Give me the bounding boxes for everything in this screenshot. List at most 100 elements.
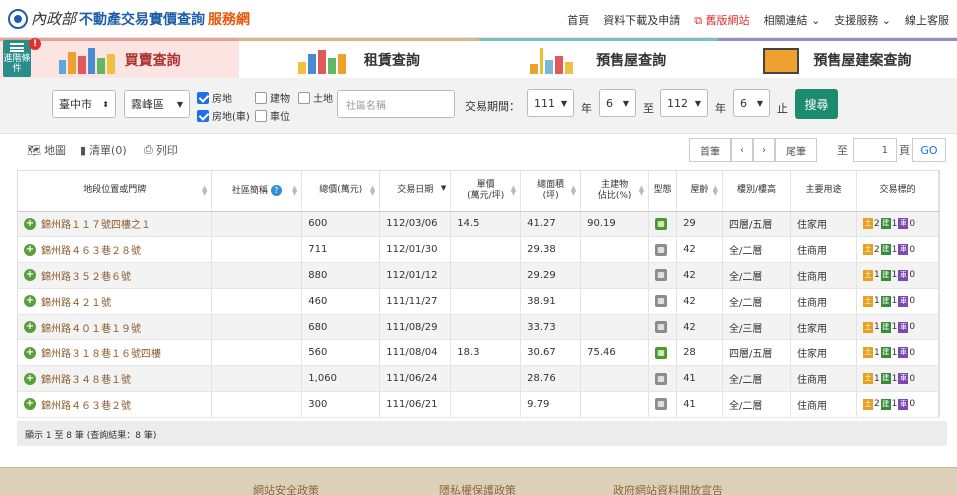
- cell-address[interactable]: + 錦州路３５２巷６號: [18, 262, 213, 289]
- expand-plus-icon[interactable]: +: [24, 398, 36, 411]
- cell-main-ratio: [580, 262, 650, 289]
- cell-type: ▦: [648, 211, 678, 238]
- expand-plus-icon[interactable]: +: [24, 269, 36, 282]
- type-house-land[interactable]: 房地: [197, 90, 232, 105]
- expand-plus-icon[interactable]: +: [24, 321, 36, 334]
- sort-desc-icon: ▼: [440, 184, 447, 192]
- cell-address[interactable]: + 錦州路３１８巷１６號四樓: [18, 339, 213, 367]
- end-month-select[interactable]: 6 ▼: [733, 89, 770, 117]
- cell-community: [211, 236, 303, 264]
- chevron-down-icon: ▼: [756, 98, 763, 108]
- expand-plus-icon[interactable]: +: [24, 346, 36, 359]
- expand-plus-icon[interactable]: +: [24, 243, 36, 256]
- next-page-button[interactable]: ›: [753, 138, 775, 162]
- help-icon[interactable]: ?: [270, 184, 282, 196]
- col-date[interactable]: 交易日期 ▼: [379, 171, 452, 212]
- sort-icon: ▲ ▼: [369, 184, 376, 197]
- col-area[interactable]: 總面積 (坪) ▲ ▼: [520, 171, 582, 212]
- site-logo[interactable]: 內政部 不動產交易實價查詢 服務網: [8, 8, 250, 29]
- nav-support[interactable]: 支援服務 ⌄: [834, 12, 891, 28]
- print-button[interactable]: ⎙ 列印: [144, 142, 178, 158]
- table-row[interactable]: + 錦州路４２１號 460 111/11/27 38.91 ▦ 42 全/二層 住商用土 1 建 1 車…: [18, 288, 940, 315]
- col-community[interactable]: 社區簡稱 ? ▲ ▼: [211, 171, 303, 212]
- tab-rent[interactable]: 租賃查詢: [239, 38, 479, 78]
- nav-home[interactable]: 首頁: [567, 12, 589, 28]
- address-link[interactable]: + 錦州路４６３巷２號: [24, 397, 205, 412]
- table-row[interactable]: + 錦州路４０１巷１９號 680 111/08/29 33.73 ▦ 42 全/三層 住家用土 1…: [18, 314, 940, 341]
- prev-page-button[interactable]: ‹: [731, 138, 753, 162]
- type-land[interactable]: 土地: [298, 90, 333, 105]
- address-link[interactable]: + 錦州路３４８巷１號: [24, 371, 205, 386]
- land-tag-icon: 土: [862, 398, 873, 410]
- tab-presale[interactable]: 預售屋查詢: [478, 38, 718, 78]
- cell-type: ▦: [648, 288, 678, 315]
- cell-address[interactable]: + 錦州路３４８巷１號: [18, 365, 213, 393]
- land-count: 1: [873, 296, 880, 307]
- address-link[interactable]: + 錦州路３５２巷６號: [24, 268, 205, 283]
- expand-plus-icon[interactable]: +: [24, 217, 36, 230]
- nav-related-links[interactable]: 相關連結 ⌄: [764, 12, 821, 28]
- cell-address[interactable]: + 錦州路４２１號: [18, 288, 213, 315]
- col-unit-price[interactable]: 單價 (萬元/坪) ▲ ▼: [450, 171, 522, 212]
- cell-address[interactable]: + 錦州路４０１巷１９號: [18, 314, 213, 341]
- top-nav: 首頁 資料下載及申請 ⧉ 舊版網站 相關連結 ⌄ 支援服務 ⌄ 線上客服: [567, 12, 949, 28]
- search-button[interactable]: 搜尋: [795, 89, 838, 119]
- address-link[interactable]: + 錦州路３１８巷１６號四樓: [24, 345, 205, 360]
- cell-usage: 住家用: [790, 339, 857, 367]
- last-page-button[interactable]: 尾筆: [775, 138, 817, 162]
- col-main-ratio[interactable]: 主建物 佔比(%) ▲ ▼: [580, 171, 650, 212]
- list-view-button[interactable]: ▮ 清單(0): [80, 142, 127, 158]
- col-age[interactable]: 屋齡 ▲ ▼: [676, 171, 724, 212]
- expand-plus-icon[interactable]: +: [24, 295, 36, 308]
- nav-online-service[interactable]: 線上客服: [905, 12, 949, 28]
- city-select[interactable]: 臺中市 ⬍: [52, 90, 116, 118]
- table-row[interactable]: + 錦州路４６３巷２號 300 111/06/21 9.79 ▦ 41 全/二層 住商用土 2 建 1…: [18, 391, 940, 418]
- target-tags: 土1建1車0: [862, 321, 932, 333]
- district-select[interactable]: 霧峰區 ▼: [124, 90, 190, 118]
- type-house-land-parking[interactable]: 房地(車): [197, 108, 250, 123]
- first-page-button[interactable]: 首筆: [689, 138, 731, 162]
- go-button[interactable]: GO: [912, 138, 946, 162]
- cell-address[interactable]: + 錦州路４６３巷２８號: [18, 236, 213, 264]
- building-count: 1: [891, 373, 898, 384]
- cell-address[interactable]: + 錦州路１１７號四樓之１: [18, 211, 213, 238]
- table-row[interactable]: + 錦州路１１７號四樓之１ 600 112/03/06 14.5 41.27 90.19 ▦ 2…: [18, 211, 940, 238]
- footer-open-data[interactable]: 政府網站資料開放宣告: [613, 482, 723, 495]
- end-year-select[interactable]: 112 ▼: [660, 89, 708, 117]
- tab-presale-project[interactable]: 預售屋建案查詢: [717, 38, 957, 78]
- nav-old-site[interactable]: ⧉ 舊版網站: [694, 12, 749, 28]
- map-view-button[interactable]: 🗺 地圖: [27, 142, 66, 158]
- col-total-price[interactable]: 總價(萬元) ▲ ▼: [301, 171, 381, 212]
- cell-date: 111/08/29: [379, 314, 452, 341]
- cell-community: [211, 314, 303, 341]
- col-address[interactable]: 地段位置或門牌 ▲ ▼: [18, 171, 213, 212]
- page-number-input[interactable]: 1: [853, 138, 897, 162]
- expand-plus-icon[interactable]: +: [24, 372, 36, 385]
- table-row[interactable]: + 錦州路４６３巷２８號 711 112/01/30 29.38 ▦ 42 全/二層 住商用土 2…: [18, 236, 940, 264]
- cell-address[interactable]: + 錦州路４６３巷２號: [18, 391, 213, 418]
- start-year-select[interactable]: 111 ▼: [527, 89, 574, 117]
- nav-download[interactable]: 資料下載及申請: [603, 12, 680, 28]
- chevron-down-icon: ⌄: [881, 14, 891, 27]
- community-name-input[interactable]: 社區名稱: [337, 90, 455, 118]
- address-link[interactable]: + 錦州路１１７號四樓之１: [24, 216, 205, 231]
- cell-unit-price: 14.5: [450, 211, 522, 238]
- table-row[interactable]: + 錦州路３４８巷１號 1,060 111/06/24 28.76 ▦ 41 全/二層 住商用土…: [18, 365, 940, 393]
- address-link[interactable]: + 錦州路４０１巷１９號: [24, 320, 205, 335]
- land-tag-icon: 土: [862, 269, 873, 281]
- table-row[interactable]: + 錦州路３５２巷６號 880 112/01/12 29.29 ▦ 42 全/二層 住商用土 1 建…: [18, 262, 940, 289]
- footer-privacy-policy[interactable]: 隱私權保護政策: [439, 482, 516, 495]
- type-parking[interactable]: 車位: [255, 108, 290, 123]
- sort-icon: ▲ ▼: [712, 184, 719, 197]
- type-building[interactable]: 建物: [255, 90, 290, 105]
- parking-tag-icon: 車: [898, 398, 909, 410]
- parking-tag-icon: 車: [898, 321, 909, 333]
- cell-unit-price: [450, 236, 522, 264]
- advanced-filter-toggle[interactable]: 進階條件: [3, 40, 31, 77]
- start-month-select[interactable]: 6 ▼: [599, 89, 636, 117]
- address-link[interactable]: + 錦州路４６３巷２８號: [24, 242, 205, 257]
- cell-age: 41: [676, 365, 724, 393]
- footer-security-policy[interactable]: 網站安全政策: [253, 482, 319, 495]
- table-row[interactable]: + 錦州路３１８巷１６號四樓 560 111/08/04 18.3 30.67 75.46 ▦…: [18, 339, 940, 367]
- address-link[interactable]: + 錦州路４２１號: [24, 294, 205, 309]
